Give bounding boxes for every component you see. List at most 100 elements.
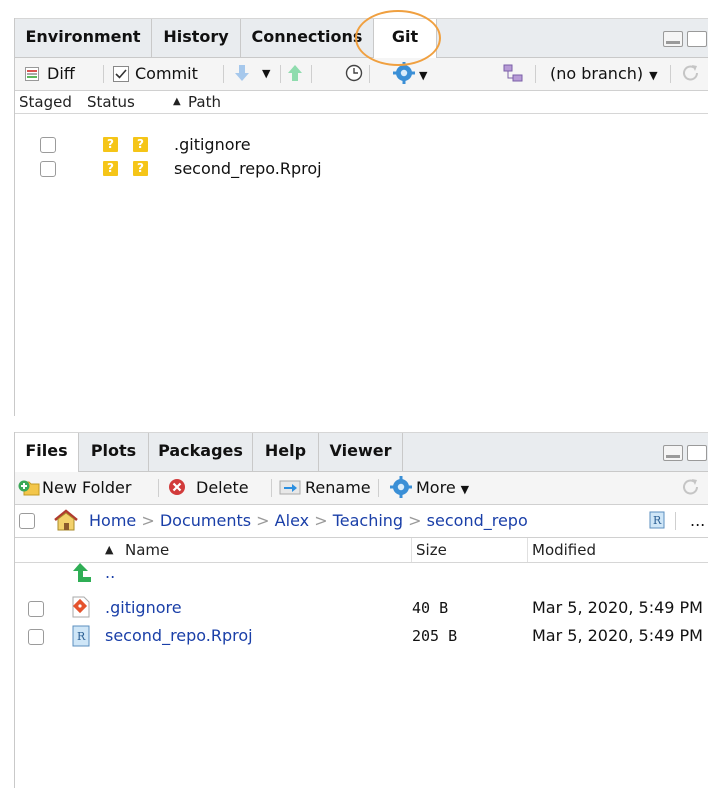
parent-directory-link[interactable]: .. (105, 563, 115, 582)
git-file-path: .gitignore (174, 135, 251, 154)
refresh-button[interactable] (681, 472, 701, 504)
breadcrumb-teaching[interactable]: Teaching (333, 511, 403, 530)
rename-label: Rename (305, 478, 371, 497)
pull-button[interactable] (233, 58, 251, 90)
breadcrumb-separator: > (314, 511, 328, 530)
tab-viewer[interactable]: Viewer (319, 433, 403, 471)
more-path-button[interactable]: ... (690, 505, 705, 537)
more-git-button[interactable]: ▼ (393, 58, 427, 90)
window-controls (663, 445, 707, 461)
delete-button[interactable]: Delete (168, 472, 249, 504)
new-folder-button[interactable]: New Folder (18, 472, 131, 504)
maximize-icon[interactable] (687, 445, 707, 461)
untracked-status-icon: ? (133, 161, 148, 176)
branch-icon-button[interactable] (503, 58, 523, 90)
breadcrumb-home[interactable]: Home (89, 511, 136, 530)
tab-connections[interactable]: Connections (241, 19, 374, 57)
status-column-header[interactable]: Status (87, 91, 135, 113)
breadcrumb-separator: > (141, 511, 155, 530)
git-file-path: second_repo.Rproj (174, 159, 322, 178)
file-name-link[interactable]: second_repo.Rproj (105, 622, 253, 650)
toolbar-separator (223, 65, 224, 83)
rename-button[interactable]: Rename (279, 472, 371, 504)
file-row[interactable]: .gitignore 40 B Mar 5, 2020, 5:49 PM (15, 594, 708, 622)
go-up-arrow-icon (73, 563, 91, 582)
project-icon[interactable]: R (648, 505, 666, 537)
file-checkbox[interactable] (28, 601, 44, 617)
toolbar-separator (280, 65, 281, 83)
git-column-header: Staged Status ▲ Path (15, 91, 708, 114)
breadcrumb: Home > Documents > Alex > Teaching > sec… (15, 505, 708, 538)
file-modified: Mar 5, 2020, 5:49 PM (532, 598, 703, 617)
select-all-checkbox[interactable] (19, 513, 35, 529)
svg-text:R: R (77, 630, 86, 643)
refresh-button[interactable] (681, 58, 701, 90)
minimize-icon[interactable] (663, 31, 683, 47)
path-column-header[interactable]: Path (188, 91, 221, 113)
pull-dropdown-icon[interactable]: ▼ (262, 58, 270, 90)
rename-icon (279, 480, 301, 495)
refresh-icon (683, 479, 698, 495)
toolbar-separator (675, 512, 676, 530)
staged-column-header[interactable]: Staged (19, 91, 72, 113)
git-pane: Environment History Connections Git Diff… (14, 18, 708, 416)
commit-button[interactable]: Commit (113, 58, 198, 90)
toolbar-separator (271, 479, 272, 497)
file-row[interactable]: R second_repo.Rproj 205 B Mar 5, 2020, 5… (15, 622, 708, 650)
tab-files[interactable]: Files (15, 433, 79, 472)
file-name-link[interactable]: .gitignore (105, 594, 182, 622)
maximize-icon[interactable] (687, 31, 707, 47)
git-file-row[interactable]: ? ? second_repo.Rproj (15, 157, 708, 181)
toolbar-separator (103, 65, 104, 83)
breadcrumb-separator: > (256, 511, 270, 530)
tab-help[interactable]: Help (253, 433, 319, 471)
file-modified: Mar 5, 2020, 5:49 PM (532, 626, 703, 645)
git-file-row[interactable]: ? ? .gitignore (15, 133, 708, 157)
diff-button[interactable]: Diff (25, 58, 75, 90)
history-button[interactable] (345, 58, 363, 90)
gear-icon (393, 62, 415, 84)
toolbar-separator (369, 65, 370, 83)
push-arrow-icon (288, 65, 302, 81)
staged-checkbox[interactable] (40, 137, 56, 153)
file-checkbox[interactable] (28, 629, 44, 645)
push-button[interactable] (286, 58, 304, 90)
branch-dropdown-icon: ▼ (649, 69, 658, 82)
tab-packages[interactable]: Packages (149, 433, 253, 471)
tab-history[interactable]: History (152, 19, 241, 57)
branch-label: (no branch) (550, 64, 644, 83)
untracked-status-icon: ? (133, 137, 148, 152)
tab-environment[interactable]: Environment (15, 19, 152, 57)
files-toolbar: New Folder Delete Rename More ▼ (15, 472, 708, 505)
tab-git[interactable]: Git (374, 19, 437, 58)
files-pane-tabbar: Files Plots Packages Help Viewer (15, 432, 708, 472)
branch-icon (503, 64, 523, 82)
git-toolbar: Diff Commit ▼ ▼ (no branch) ▼ (15, 58, 708, 91)
tab-plots[interactable]: Plots (79, 433, 149, 471)
parent-directory-row[interactable]: .. (15, 559, 708, 587)
delete-icon (169, 479, 185, 495)
file-size: 205 B (412, 627, 458, 645)
commit-checkbox-icon (113, 66, 129, 82)
breadcrumb-alex[interactable]: Alex (275, 511, 309, 530)
breadcrumb-second-repo[interactable]: second_repo (427, 511, 528, 530)
file-size: 40 B (412, 599, 449, 617)
minimize-icon[interactable] (663, 445, 683, 461)
diff-label: Diff (47, 64, 75, 83)
sort-ascending-icon: ▲ (173, 96, 181, 107)
breadcrumb-documents[interactable]: Documents (160, 511, 251, 530)
untracked-status-icon: ? (103, 137, 118, 152)
more-label: More (416, 478, 456, 497)
home-icon[interactable] (53, 505, 79, 537)
diff-icon (25, 67, 39, 81)
branch-selector[interactable]: (no branch) ▼ (550, 58, 658, 90)
more-files-button[interactable]: More ▼ (390, 472, 469, 504)
toolbar-separator (535, 65, 536, 83)
toolbar-separator (311, 65, 312, 83)
breadcrumb-separator: > (408, 511, 422, 530)
delete-label: Delete (196, 478, 249, 497)
staged-checkbox[interactable] (40, 161, 56, 177)
more-dropdown-icon: ▼ (460, 483, 470, 496)
svg-text:R: R (653, 514, 662, 527)
rproj-file-icon: R (72, 625, 90, 647)
